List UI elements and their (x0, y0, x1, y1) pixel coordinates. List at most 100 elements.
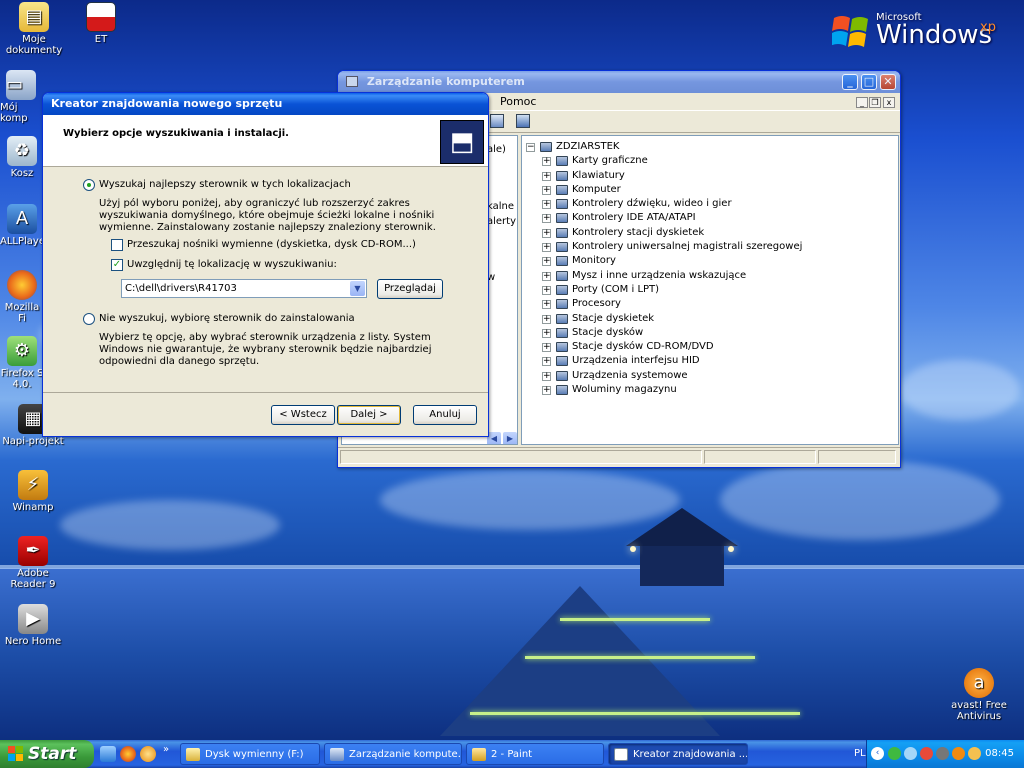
my-documents-icon: ▤ (19, 2, 49, 32)
expand-icon[interactable]: + (542, 343, 551, 353)
desktop-icon-my-computer[interactable]: ▭ Mój komp (0, 70, 44, 124)
minimize-button[interactable]: _ (842, 74, 858, 90)
tree-item[interactable]: + Urządzenia systemowe (542, 369, 898, 383)
choose-driver-radio[interactable] (83, 313, 95, 325)
clock[interactable]: 08:45 (985, 740, 1014, 768)
tree-item[interactable]: + Woluminy magazynu (542, 383, 898, 397)
desktop-icon-nero-home[interactable]: ▶ Nero Home (0, 604, 66, 647)
taskbar-button-computer-management[interactable]: Zarządzanie kompute... (324, 743, 462, 765)
desktop-icon-recycle-bin[interactable]: ♻ Kosz (0, 136, 44, 179)
expand-icon[interactable]: + (542, 314, 551, 324)
next-button[interactable]: Dalej > (337, 405, 401, 425)
desktop-icon-mozilla-firefox[interactable]: Mozilla Fi (0, 270, 44, 324)
firefox-quicklaunch-icon[interactable] (120, 746, 136, 762)
collapse-icon[interactable]: − (526, 143, 535, 152)
expand-icon[interactable]: + (542, 300, 551, 310)
expand-icon[interactable]: + (542, 243, 551, 253)
mdi-close-button[interactable]: x (883, 97, 895, 108)
mmc-titlebar[interactable]: Zarządzanie komputerem _ □ ✕ (338, 71, 900, 93)
wizard-titlebar[interactable]: Kreator znajdowania nowego sprzętu (43, 93, 488, 115)
driver-path-combobox[interactable]: C:\dell\drivers\R41703 ▼ (121, 279, 367, 298)
expand-icon[interactable]: + (542, 157, 551, 167)
scroll-left-arrow[interactable]: ◀ (487, 432, 501, 444)
tree-item[interactable]: + Kontrolery IDE ATA/ATAPI (542, 211, 898, 225)
mdi-restore-button[interactable]: ❐ (869, 97, 881, 108)
tree-item[interactable]: + Procesory (542, 297, 898, 311)
tray-expand-icon[interactable]: ‹ (871, 747, 884, 760)
expand-icon[interactable]: + (542, 228, 551, 238)
desktop-icon-avast[interactable]: a avast! Free Antivirus (946, 668, 1012, 722)
tree-item[interactable]: + Urządzenia interfejsu HID (542, 354, 898, 368)
hut-light (728, 546, 734, 552)
quicklaunch-more-icon[interactable]: » (163, 744, 169, 755)
tree-item[interactable]: + Komputer (542, 183, 898, 197)
toolbar-computer-icon[interactable] (516, 114, 530, 128)
scroll-right-arrow[interactable]: ▶ (503, 432, 517, 444)
taskbar-button-hardware-wizard[interactable]: Kreator znajdowania ... (608, 743, 748, 765)
browse-button[interactable]: Przeglądaj (377, 279, 443, 299)
media-player-icon[interactable] (140, 746, 156, 762)
device-tree[interactable]: − ZDZIARSTEK + Karty graficzne + Klawiatur… (521, 135, 899, 445)
expand-icon[interactable]: + (542, 185, 551, 195)
tree-item[interactable]: + Klawiatury (542, 169, 898, 183)
tree-item[interactable]: + Porty (COM i LPT) (542, 283, 898, 297)
network-icon[interactable] (888, 747, 901, 760)
back-button[interactable]: < Wstecz (271, 405, 335, 425)
desktop-icon-winamp[interactable]: ⚡ Winamp (0, 470, 66, 513)
expand-icon[interactable]: + (542, 271, 551, 281)
desktop-icon-label: avast! Free Antivirus (951, 700, 1007, 722)
search-best-driver-label[interactable]: Wyszukaj najlepszy sterownik w tych loka… (99, 179, 351, 190)
desktop-icon-label: Napi-projekt (2, 436, 64, 447)
tree-item[interactable]: + Stacje dyskietek (542, 312, 898, 326)
expand-icon[interactable]: + (542, 371, 551, 381)
ie-icon[interactable] (100, 746, 116, 762)
expand-icon[interactable]: + (542, 285, 551, 295)
processor-icon (556, 299, 568, 310)
menu-help[interactable]: Pomoc (500, 95, 536, 108)
expand-icon[interactable]: + (542, 328, 551, 338)
search-best-driver-radio[interactable] (83, 179, 95, 191)
desktop-icon-et[interactable]: ET (68, 2, 134, 45)
cancel-button[interactable]: Anuluj (413, 405, 477, 425)
include-location-checkbox[interactable]: ✓ (111, 259, 123, 271)
expand-icon[interactable]: + (542, 200, 551, 210)
taskbar-button-label: Dysk wymienny (F:) (205, 749, 304, 760)
taskbar-button-paint[interactable]: 2 - Paint (466, 743, 604, 765)
choose-driver-label[interactable]: Nie wyszukuj, wybiorę sterownik do zains… (99, 313, 355, 324)
tree-item[interactable]: + Kontrolery uniwersalnej magistrali szer… (542, 240, 898, 254)
search-removable-media-label[interactable]: Przeszukaj nośniki wymienne (dyskietka, … (127, 239, 416, 250)
desktop-icon-allplayer[interactable]: A ALLPlayer (0, 204, 49, 247)
expand-icon[interactable]: + (542, 171, 551, 181)
tree-root[interactable]: − ZDZIARSTEK (526, 140, 896, 154)
tray-app-icon[interactable] (968, 747, 981, 760)
tree-item[interactable]: + Stacje dysków (542, 326, 898, 340)
volume-icon[interactable] (936, 747, 949, 760)
dropdown-arrow-icon[interactable]: ▼ (350, 281, 365, 296)
desktop-icon-firefox-setup[interactable]: ⚙ Firefox S 4.0. (0, 336, 44, 390)
tree-item[interactable]: + Stacje dysków CD-ROM/DVD (542, 340, 898, 354)
safely-remove-icon[interactable] (904, 747, 917, 760)
desktop-icon-label: Mozilla Fi (4, 302, 40, 324)
close-button[interactable]: ✕ (880, 74, 896, 90)
start-button[interactable]: Start (0, 740, 94, 768)
expand-icon[interactable]: + (542, 357, 551, 367)
mdi-minimize-button[interactable]: _ (856, 97, 868, 108)
tree-item[interactable]: + Monitory (542, 254, 898, 268)
expand-icon[interactable]: + (542, 257, 551, 267)
expand-icon[interactable]: + (542, 214, 551, 224)
tree-item[interactable]: + Kontrolery dźwięku, wideo i gier (542, 197, 898, 211)
security-center-icon[interactable] (920, 747, 933, 760)
search-removable-media-checkbox[interactable] (111, 239, 123, 251)
toolbar-view-icon[interactable] (490, 114, 504, 128)
tree-item[interactable]: + Kontrolery stacji dyskietek (542, 226, 898, 240)
expand-icon[interactable]: + (542, 386, 551, 396)
avast-tray-icon[interactable] (952, 747, 965, 760)
taskbar-button-removable-disk[interactable]: Dysk wymienny (F:) (180, 743, 320, 765)
include-location-label[interactable]: Uwzględnij tę lokalizację w wyszukiwaniu… (127, 259, 337, 270)
maximize-button[interactable]: □ (861, 74, 877, 90)
desktop-icon-my-documents[interactable]: ▤ Moje dokumenty (1, 2, 67, 56)
tree-item[interactable]: + Karty graficzne (542, 154, 898, 168)
tree-item[interactable]: + Mysz i inne urządzenia wskazujące (542, 269, 898, 283)
desktop-icon-adobe-reader[interactable]: ✒ Adobe Reader 9 (0, 536, 66, 590)
language-indicator[interactable]: PL (854, 740, 866, 768)
